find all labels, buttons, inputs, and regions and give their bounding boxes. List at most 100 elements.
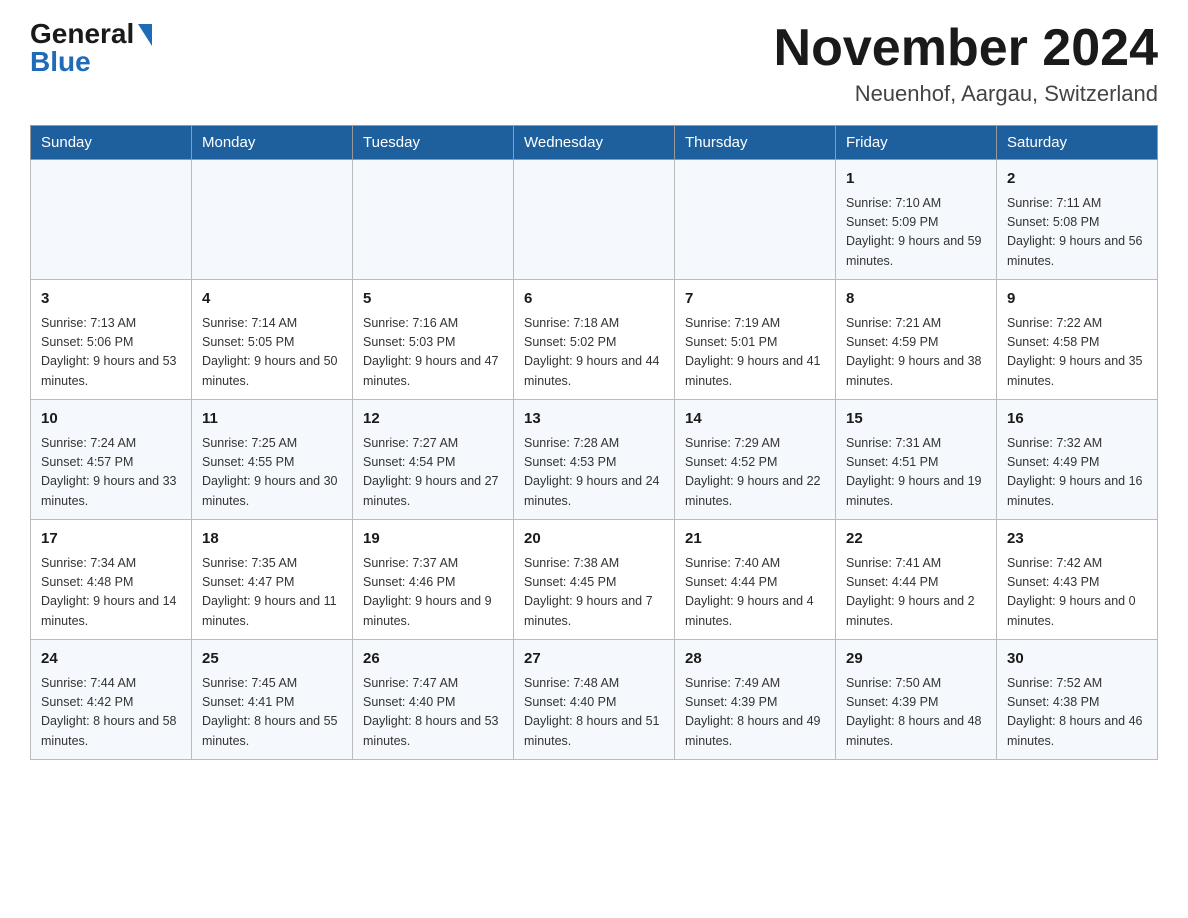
calendar-cell: 16 Sunrise: 7:32 AM Sunset: 4:49 PM Dayli… — [997, 400, 1158, 520]
calendar-cell: 25 Sunrise: 7:45 AM Sunset: 4:41 PM Dayli… — [192, 640, 353, 760]
calendar-cell: 29 Sunrise: 7:50 AM Sunset: 4:39 PM Dayli… — [836, 640, 997, 760]
calendar-cell — [675, 160, 836, 280]
day-number: 6 — [524, 288, 664, 311]
day-info: Sunrise: 7:37 AM Sunset: 4:46 PM Dayligh… — [363, 554, 503, 632]
day-info: Sunrise: 7:25 AM Sunset: 4:55 PM Dayligh… — [202, 434, 342, 512]
logo: General Blue — [30, 20, 152, 76]
day-info: Sunrise: 7:45 AM Sunset: 4:41 PM Dayligh… — [202, 674, 342, 752]
day-number: 25 — [202, 648, 342, 671]
day-info: Sunrise: 7:34 AM Sunset: 4:48 PM Dayligh… — [41, 554, 181, 632]
days-header-row: SundayMondayTuesdayWednesdayThursdayFrid… — [31, 126, 1158, 160]
calendar-cell: 5 Sunrise: 7:16 AM Sunset: 5:03 PM Daylig… — [353, 280, 514, 400]
day-number: 12 — [363, 408, 503, 431]
day-info: Sunrise: 7:50 AM Sunset: 4:39 PM Dayligh… — [846, 674, 986, 752]
logo-blue: Blue — [30, 48, 91, 76]
week-row-2: 3Sunrise: 7:13 AM Sunset: 5:06 PM Daylig… — [31, 280, 1158, 400]
location-title: Neuenhof, Aargau, Switzerland — [774, 81, 1158, 107]
day-info: Sunrise: 7:52 AM Sunset: 4:38 PM Dayligh… — [1007, 674, 1147, 752]
day-info: Sunrise: 7:40 AM Sunset: 4:44 PM Dayligh… — [685, 554, 825, 632]
day-info: Sunrise: 7:47 AM Sunset: 4:40 PM Dayligh… — [363, 674, 503, 752]
week-row-3: 10 Sunrise: 7:24 AM Sunset: 4:57 PM Dayli… — [31, 400, 1158, 520]
day-info: Sunrise: 7:11 AM Sunset: 5:08 PM Dayligh… — [1007, 194, 1147, 272]
day-number: 5 — [363, 288, 503, 311]
header-day-sunday: Sunday — [31, 126, 192, 160]
month-title: November 2024 — [774, 20, 1158, 77]
calendar-cell: 26 Sunrise: 7:47 AM Sunset: 4:40 PM Dayli… — [353, 640, 514, 760]
day-info: Sunrise: 7:10 AM Sunset: 5:09 PM Dayligh… — [846, 194, 986, 272]
calendar-cell: 17 Sunrise: 7:34 AM Sunset: 4:48 PM Dayli… — [31, 520, 192, 640]
day-number: 11 — [202, 408, 342, 431]
day-number: 13 — [524, 408, 664, 431]
day-number: 29 — [846, 648, 986, 671]
calendar-cell: 8Sunrise: 7:21 AM Sunset: 4:59 PM Daylig… — [836, 280, 997, 400]
day-info: Sunrise: 7:41 AM Sunset: 4:44 PM Dayligh… — [846, 554, 986, 632]
day-number: 30 — [1007, 648, 1147, 671]
day-number: 17 — [41, 528, 181, 551]
calendar-cell — [31, 160, 192, 280]
day-number: 19 — [363, 528, 503, 551]
calendar-cell: 21 Sunrise: 7:40 AM Sunset: 4:44 PM Dayli… — [675, 520, 836, 640]
day-info: Sunrise: 7:32 AM Sunset: 4:49 PM Dayligh… — [1007, 434, 1147, 512]
day-number: 26 — [363, 648, 503, 671]
header-day-monday: Monday — [192, 126, 353, 160]
day-number: 21 — [685, 528, 825, 551]
day-info: Sunrise: 7:38 AM Sunset: 4:45 PM Dayligh… — [524, 554, 664, 632]
day-info: Sunrise: 7:29 AM Sunset: 4:52 PM Dayligh… — [685, 434, 825, 512]
calendar-cell: 11 Sunrise: 7:25 AM Sunset: 4:55 PM Dayli… — [192, 400, 353, 520]
day-info: Sunrise: 7:49 AM Sunset: 4:39 PM Dayligh… — [685, 674, 825, 752]
day-info: Sunrise: 7:42 AM Sunset: 4:43 PM Dayligh… — [1007, 554, 1147, 632]
day-number: 15 — [846, 408, 986, 431]
day-number: 7 — [685, 288, 825, 311]
calendar-cell — [514, 160, 675, 280]
header: General Blue November 2024 Neuenhof, Aar… — [30, 20, 1158, 107]
week-row-1: 1 Sunrise: 7:10 AM Sunset: 5:09 PM Daylig… — [31, 160, 1158, 280]
calendar-cell: 23 Sunrise: 7:42 AM Sunset: 4:43 PM Dayli… — [997, 520, 1158, 640]
calendar-cell: 20Sunrise: 7:38 AM Sunset: 4:45 PM Dayli… — [514, 520, 675, 640]
day-info: Sunrise: 7:48 AM Sunset: 4:40 PM Dayligh… — [524, 674, 664, 752]
day-info: Sunrise: 7:24 AM Sunset: 4:57 PM Dayligh… — [41, 434, 181, 512]
calendar-cell: 2 Sunrise: 7:11 AM Sunset: 5:08 PM Daylig… — [997, 160, 1158, 280]
calendar-cell: 28 Sunrise: 7:49 AM Sunset: 4:39 PM Dayli… — [675, 640, 836, 760]
header-day-saturday: Saturday — [997, 126, 1158, 160]
day-number: 23 — [1007, 528, 1147, 551]
calendar-cell: 9 Sunrise: 7:22 AM Sunset: 4:58 PM Daylig… — [997, 280, 1158, 400]
week-row-5: 24Sunrise: 7:44 AM Sunset: 4:42 PM Dayli… — [31, 640, 1158, 760]
day-number: 24 — [41, 648, 181, 671]
calendar-cell: 1 Sunrise: 7:10 AM Sunset: 5:09 PM Daylig… — [836, 160, 997, 280]
day-number: 10 — [41, 408, 181, 431]
week-row-4: 17 Sunrise: 7:34 AM Sunset: 4:48 PM Dayli… — [31, 520, 1158, 640]
day-number: 18 — [202, 528, 342, 551]
day-number: 27 — [524, 648, 664, 671]
day-number: 1 — [846, 168, 986, 191]
day-number: 4 — [202, 288, 342, 311]
title-area: November 2024 Neuenhof, Aargau, Switzerl… — [774, 20, 1158, 107]
day-info: Sunrise: 7:19 AM Sunset: 5:01 PM Dayligh… — [685, 314, 825, 392]
calendar-cell: 10 Sunrise: 7:24 AM Sunset: 4:57 PM Dayli… — [31, 400, 192, 520]
day-info: Sunrise: 7:28 AM Sunset: 4:53 PM Dayligh… — [524, 434, 664, 512]
day-number: 22 — [846, 528, 986, 551]
header-day-thursday: Thursday — [675, 126, 836, 160]
calendar-cell: 24Sunrise: 7:44 AM Sunset: 4:42 PM Dayli… — [31, 640, 192, 760]
header-day-friday: Friday — [836, 126, 997, 160]
day-number: 28 — [685, 648, 825, 671]
day-number: 14 — [685, 408, 825, 431]
day-number: 2 — [1007, 168, 1147, 191]
calendar-cell: 18 Sunrise: 7:35 AM Sunset: 4:47 PM Dayli… — [192, 520, 353, 640]
calendar-cell: 19 Sunrise: 7:37 AM Sunset: 4:46 PM Dayli… — [353, 520, 514, 640]
day-info: Sunrise: 7:35 AM Sunset: 4:47 PM Dayligh… — [202, 554, 342, 632]
calendar-cell: 22 Sunrise: 7:41 AM Sunset: 4:44 PM Dayli… — [836, 520, 997, 640]
day-info: Sunrise: 7:27 AM Sunset: 4:54 PM Dayligh… — [363, 434, 503, 512]
calendar-cell: 3Sunrise: 7:13 AM Sunset: 5:06 PM Daylig… — [31, 280, 192, 400]
day-number: 9 — [1007, 288, 1147, 311]
day-info: Sunrise: 7:14 AM Sunset: 5:05 PM Dayligh… — [202, 314, 342, 392]
logo-general: General — [30, 20, 134, 48]
day-info: Sunrise: 7:13 AM Sunset: 5:06 PM Dayligh… — [41, 314, 181, 392]
day-number: 16 — [1007, 408, 1147, 431]
calendar-cell: 27 Sunrise: 7:48 AM Sunset: 4:40 PM Dayli… — [514, 640, 675, 760]
day-info: Sunrise: 7:18 AM Sunset: 5:02 PM Dayligh… — [524, 314, 664, 392]
calendar-cell: 12 Sunrise: 7:27 AM Sunset: 4:54 PM Dayli… — [353, 400, 514, 520]
day-info: Sunrise: 7:22 AM Sunset: 4:58 PM Dayligh… — [1007, 314, 1147, 392]
day-number: 8 — [846, 288, 986, 311]
calendar-cell: 15Sunrise: 7:31 AM Sunset: 4:51 PM Dayli… — [836, 400, 997, 520]
day-info: Sunrise: 7:16 AM Sunset: 5:03 PM Dayligh… — [363, 314, 503, 392]
